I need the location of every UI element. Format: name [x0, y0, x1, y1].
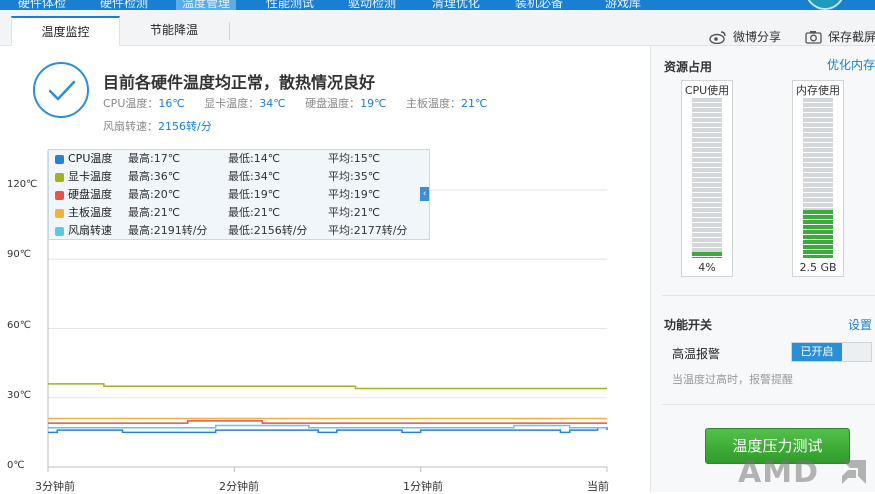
- memory-usage-meter: 内存使用 2.5 GB: [792, 80, 844, 277]
- series-line: [48, 420, 607, 424]
- y-tick-label: 120℃: [7, 179, 38, 190]
- sidebar-divider: [662, 404, 875, 405]
- feature-switch-title: 功能开关: [664, 318, 713, 332]
- save-screenshot-button[interactable]: 保存截屏: [805, 28, 875, 45]
- legend-avg: 平均:2177转/分: [328, 224, 408, 237]
- legend-max: 最高:21℃: [128, 206, 181, 219]
- cpu-usage-meter: CPU使用 4%: [681, 80, 733, 277]
- cpu-usage-bars: [692, 98, 722, 258]
- amd-arrow-icon: [842, 460, 866, 484]
- sidebar-divider: [662, 295, 875, 296]
- y-tick-label: 0℃: [7, 460, 25, 471]
- weibo-share-button[interactable]: 微博分享: [709, 28, 781, 45]
- legend-name: 硬盘温度: [68, 188, 112, 201]
- memory-usage-value: 2.5 GB: [799, 261, 837, 274]
- camera-icon: [805, 30, 822, 44]
- resource-usage-title: 资源占用: [664, 60, 713, 74]
- chart-legend: CPU温度 最高:17℃ 最低:14℃ 平均:15℃ 显卡温度 最高:36℃ 最…: [48, 149, 430, 240]
- cpu-usage-fill: [692, 251, 722, 258]
- legend-avg: 平均:21℃: [328, 206, 381, 219]
- temperature-chart: [47, 150, 608, 472]
- legend-max: 最高:20℃: [128, 188, 181, 201]
- alarm-hint: 当温度过高时，报警提醒: [672, 373, 793, 386]
- legend-collapse-button[interactable]: ‹: [420, 187, 429, 201]
- settings-link[interactable]: 设置: [848, 316, 872, 333]
- legend-max: 最高:17℃: [128, 152, 181, 165]
- memory-usage-label: 内存使用: [796, 84, 840, 97]
- memory-usage-bars: [803, 98, 833, 258]
- legend-avg: 平均:35℃: [328, 170, 381, 183]
- weibo-share-label: 微博分享: [733, 30, 782, 44]
- save-screenshot-label: 保存截屏: [828, 30, 875, 44]
- legend-row-board: 主板温度 最高:21℃ 最低:21℃ 平均:21℃: [55, 204, 425, 222]
- legend-min: 最低:19℃: [228, 188, 281, 201]
- legend-swatch: [55, 209, 64, 218]
- legend-max: 最高:36℃: [128, 170, 181, 183]
- legend-min: 最低:21℃: [228, 206, 281, 219]
- amd-watermark: AMD: [738, 455, 819, 490]
- cpu-usage-value: 4%: [698, 261, 716, 274]
- legend-name: 显卡温度: [68, 170, 112, 183]
- legend-row-gpu: 显卡温度 最高:36℃ 最低:34℃ 平均:35℃: [55, 168, 425, 186]
- avatar[interactable]: [805, 0, 845, 10]
- toggle-on-state: 已开启: [792, 343, 842, 361]
- legend-row-disk: 硬盘温度 最高:20℃ 最低:19℃ 平均:19℃: [55, 186, 425, 204]
- legend-avg: 平均:15℃: [328, 152, 381, 165]
- legend-name: 主板温度: [68, 206, 112, 219]
- y-tick-label: 60℃: [7, 320, 31, 331]
- legend-row-cpu: CPU温度 最高:17℃ 最低:14℃ 平均:15℃: [55, 150, 425, 168]
- legend-swatch: [55, 191, 64, 200]
- legend-name: CPU温度: [68, 152, 113, 165]
- high-temp-alarm-label: 高温报警: [672, 347, 721, 361]
- memory-usage-fill: [803, 210, 833, 258]
- legend-row-fan: 风扇转速 最高:2191转/分 最低:2156转/分 平均:2177转/分: [55, 222, 425, 240]
- series-line: [48, 424, 607, 429]
- series-line: [48, 383, 607, 390]
- legend-avg: 平均:19℃: [328, 188, 381, 201]
- legend-max: 最高:2191转/分: [128, 224, 208, 237]
- optimize-memory-link[interactable]: 优化内存: [827, 56, 875, 73]
- legend-name: 风扇转速: [68, 224, 112, 237]
- high-temp-alarm-toggle[interactable]: 已开启: [791, 342, 872, 362]
- weibo-icon: [709, 30, 726, 44]
- legend-min: 最低:2156转/分: [228, 224, 308, 237]
- legend-min: 最低:34℃: [228, 170, 281, 183]
- cpu-usage-label: CPU使用: [684, 84, 730, 97]
- y-tick-label: 90℃: [7, 249, 31, 260]
- legend-swatch: [55, 227, 64, 236]
- legend-swatch: [55, 173, 64, 182]
- legend-swatch: [55, 155, 64, 164]
- y-tick-label: 30℃: [7, 390, 31, 401]
- legend-min: 最低:14℃: [228, 152, 281, 165]
